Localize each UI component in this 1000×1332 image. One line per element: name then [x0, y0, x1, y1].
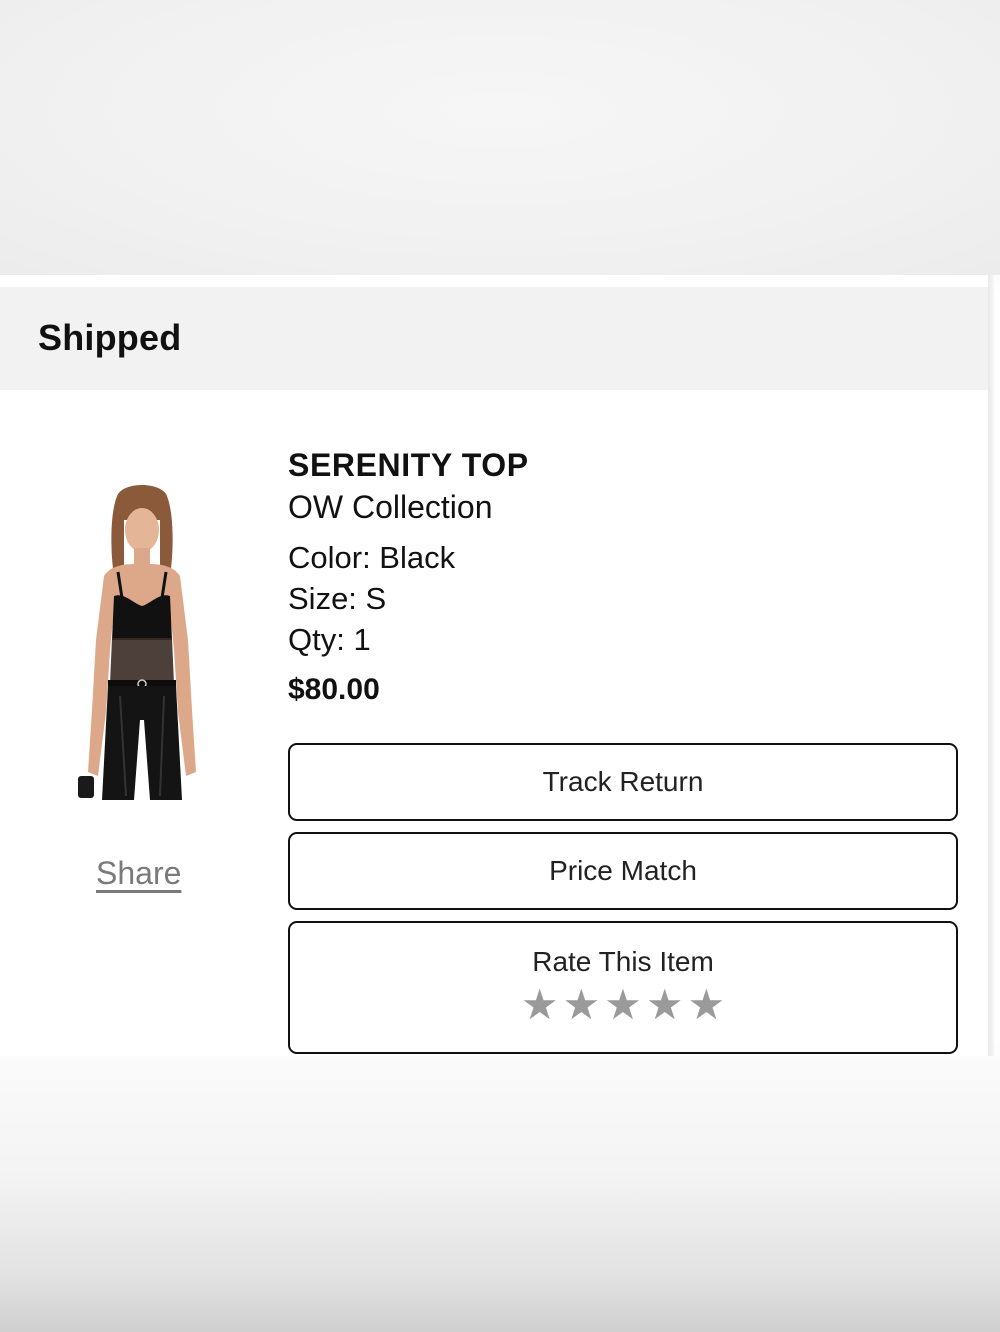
product-brand[interactable]: OW Collection [288, 487, 529, 527]
price-match-button[interactable]: Price Match [288, 832, 958, 910]
product-size: Size: S [288, 581, 387, 616]
status-header: Shipped [0, 287, 988, 390]
product-price: $80.00 [288, 673, 380, 706]
background-top [0, 0, 1000, 275]
star-icon[interactable]: ★ [521, 983, 559, 1026]
item-details: SERENITY TOP OW Collection Color: Black … [288, 445, 529, 708]
star-icon[interactable]: ★ [687, 983, 725, 1026]
track-return-button[interactable]: Track Return [288, 743, 958, 821]
order-status: Shipped [38, 317, 182, 358]
star-icon[interactable]: ★ [563, 983, 601, 1026]
background-bottom [0, 1056, 1000, 1332]
price-match-label: Price Match [549, 855, 697, 886]
product-image[interactable] [60, 480, 225, 810]
product-quantity: Qty: 1 [288, 622, 371, 657]
share-link[interactable]: Share [96, 855, 181, 892]
rate-item-label: Rate This Item [532, 945, 714, 977]
star-icon[interactable]: ★ [604, 983, 642, 1026]
rate-item-button[interactable]: Rate This Item ★ ★ ★ ★ ★ [288, 921, 958, 1054]
star-rating: ★ ★ ★ ★ ★ [521, 983, 725, 1026]
order-item-card: Shipped Share SERENITY TOP OW Collection… [0, 275, 988, 1056]
product-name[interactable]: SERENITY TOP [288, 445, 529, 485]
star-icon[interactable]: ★ [646, 983, 684, 1026]
product-color: Color: Black [288, 540, 456, 575]
track-return-label: Track Return [542, 766, 704, 797]
card-edge [988, 275, 994, 1056]
